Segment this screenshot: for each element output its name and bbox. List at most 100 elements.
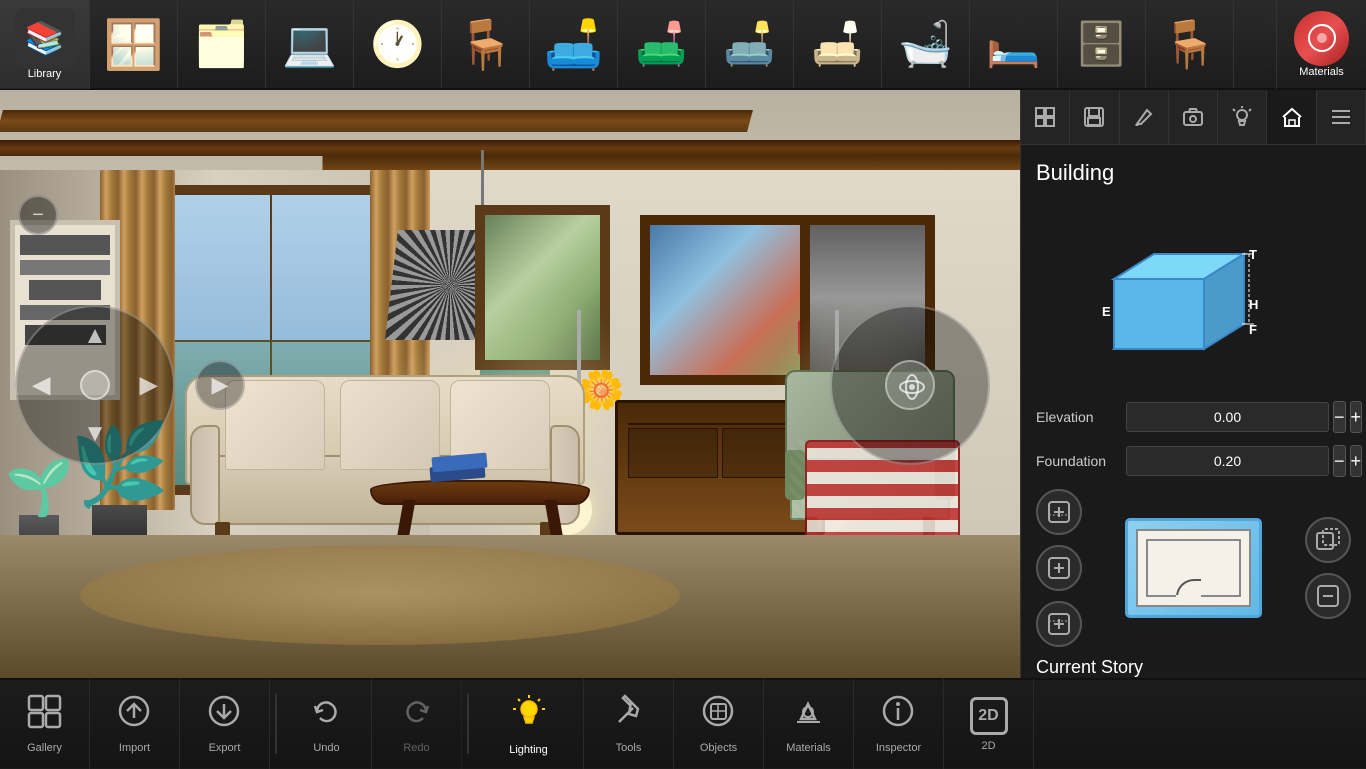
- redo-icon: [399, 694, 434, 737]
- elevation-row: Elevation − +: [1036, 401, 1351, 433]
- panel-content: Building T H E F: [1021, 145, 1366, 680]
- foundation-minus-button[interactable]: −: [1333, 445, 1346, 477]
- objects-button[interactable]: Objects: [674, 679, 764, 769]
- 2d-button[interactable]: 2D 2D: [944, 679, 1034, 769]
- furniture-item-dresser[interactable]: 🗄️: [1058, 0, 1146, 88]
- undo-label: Undo: [313, 742, 339, 754]
- 2d-text: 2D: [970, 697, 1008, 735]
- furniture-item-sofa-beige[interactable]: 🛋️: [706, 0, 794, 88]
- furniture-item-clock[interactable]: 🕐: [354, 0, 442, 88]
- elevation-input[interactable]: [1126, 402, 1329, 432]
- nav-joystick-left-inner: ▲ ▼ ◀ ▶: [17, 307, 173, 463]
- gallery-button[interactable]: Gallery: [0, 679, 90, 769]
- materials-bottom-button[interactable]: Materials: [764, 679, 854, 769]
- export-button[interactable]: Export: [180, 679, 270, 769]
- materials-icon: [1294, 11, 1349, 66]
- room-scene[interactable]: 🌼: [0, 90, 1020, 680]
- materials-bottom-label: Materials: [786, 742, 831, 754]
- duplicate-story-button[interactable]: [1305, 517, 1351, 563]
- elevation-label: Elevation: [1036, 409, 1126, 425]
- delete-story-button[interactable]: [1305, 573, 1351, 619]
- door-gap: [1176, 595, 1201, 597]
- import-button[interactable]: Import: [90, 679, 180, 769]
- tab-save[interactable]: [1070, 90, 1119, 144]
- furniture-item-bed[interactable]: 🛏️: [970, 0, 1058, 88]
- floor: [0, 535, 1020, 680]
- building-title: Building: [1036, 160, 1351, 186]
- inspector-label: Inspector: [876, 742, 921, 754]
- floor-plan-inner: [1136, 529, 1251, 607]
- zoom-button[interactable]: −: [18, 195, 58, 235]
- foundation-label: Foundation: [1036, 453, 1126, 469]
- undo-button[interactable]: Undo: [282, 679, 372, 769]
- library-icon: 📚: [15, 8, 75, 68]
- export-icon: [207, 694, 242, 737]
- inspector-button[interactable]: Inspector: [854, 679, 944, 769]
- materials-bottom-icon: [791, 694, 826, 737]
- materials-label: Materials: [1299, 66, 1344, 78]
- zoom-icon: −: [32, 204, 44, 227]
- undo-icon: [309, 694, 344, 737]
- top-toolbar: 📚 Library 🪟 🗂️ 💻 🕐 🪑 🛋️ 🛋️ 🛋️ 🛋️: [0, 0, 1366, 90]
- nav-center-dot: [80, 370, 110, 400]
- furniture-item-sofa-yellow[interactable]: 🛋️: [794, 0, 882, 88]
- elevation-plus-button[interactable]: +: [1350, 401, 1363, 433]
- tab-home[interactable]: [1267, 90, 1316, 144]
- bottom-toolbar: Gallery Import Export: [0, 678, 1366, 768]
- redo-label: Redo: [403, 742, 429, 754]
- nav-left-arrow: ◀: [32, 371, 50, 400]
- tab-select[interactable]: [1021, 90, 1070, 144]
- floor-plan-container: [1082, 518, 1305, 618]
- tab-paint[interactable]: [1120, 90, 1169, 144]
- furniture-item-chair-red2[interactable]: 🪑: [1146, 0, 1234, 88]
- svg-text:E: E: [1102, 304, 1111, 319]
- furniture-item-chair-red[interactable]: 🪑: [442, 0, 530, 88]
- lighting-icon: [510, 693, 548, 739]
- import-icon: [117, 694, 152, 737]
- floor-plan-thumbnail[interactable]: [1125, 518, 1262, 618]
- current-story-title: Current Story: [1036, 657, 1351, 678]
- right-panel: Building T H E F: [1020, 90, 1366, 680]
- building-preview: T H E F: [1094, 201, 1294, 381]
- furniture-item-tv[interactable]: 💻: [266, 0, 354, 88]
- nav-joystick-right[interactable]: [830, 305, 990, 465]
- library-button[interactable]: 📚 Library: [0, 0, 90, 89]
- redo-button[interactable]: Redo: [372, 679, 462, 769]
- furniture-item-armchair-yellow[interactable]: 🛋️: [530, 0, 618, 88]
- furniture-item-window[interactable]: 🪟: [90, 0, 178, 88]
- svg-text:H: H: [1249, 297, 1258, 312]
- nav-joystick-left[interactable]: ▲ ▼ ◀ ▶: [15, 305, 175, 465]
- panel-tabs: [1021, 90, 1366, 145]
- tools-button[interactable]: Tools: [584, 679, 674, 769]
- story-icons-row: [1036, 489, 1351, 647]
- story-right-col: [1305, 517, 1351, 619]
- tab-list[interactable]: [1317, 90, 1366, 144]
- add-story-above-button[interactable]: [1036, 489, 1082, 535]
- objects-label: Objects: [700, 742, 737, 754]
- ceiling-beam-1: [0, 110, 753, 132]
- furniture-item-bathtub[interactable]: 🛁: [882, 0, 970, 88]
- materials-button[interactable]: Materials: [1276, 0, 1366, 89]
- lighting-button[interactable]: Lighting: [474, 679, 584, 769]
- add-story-button[interactable]: [1036, 545, 1082, 591]
- furniture-item-shoji[interactable]: 🗂️: [178, 0, 266, 88]
- nav-down-arrow: ▼: [83, 420, 107, 448]
- nav-joystick-right-inner: [832, 307, 988, 463]
- tab-light[interactable]: [1218, 90, 1267, 144]
- objects-icon: [701, 694, 736, 737]
- rug: [80, 545, 680, 645]
- nav-pan-icon: ▶: [212, 372, 229, 398]
- furniture-item-sofa-pink[interactable]: 🛋️: [618, 0, 706, 88]
- tab-camera[interactable]: [1169, 90, 1218, 144]
- elevation-minus-button[interactable]: −: [1333, 401, 1346, 433]
- toolbar-divider-2: [467, 694, 469, 754]
- add-below-button[interactable]: [1036, 601, 1082, 647]
- inspector-icon: [881, 694, 916, 737]
- foundation-plus-button[interactable]: +: [1350, 445, 1363, 477]
- foundation-input[interactable]: [1126, 446, 1329, 476]
- building-diagram: T H E F: [1094, 204, 1294, 379]
- library-label: Library: [28, 68, 62, 80]
- tools-icon: [611, 694, 646, 737]
- nav-pan-button[interactable]: ▶: [195, 360, 245, 410]
- lighting-label: Lighting: [509, 744, 548, 756]
